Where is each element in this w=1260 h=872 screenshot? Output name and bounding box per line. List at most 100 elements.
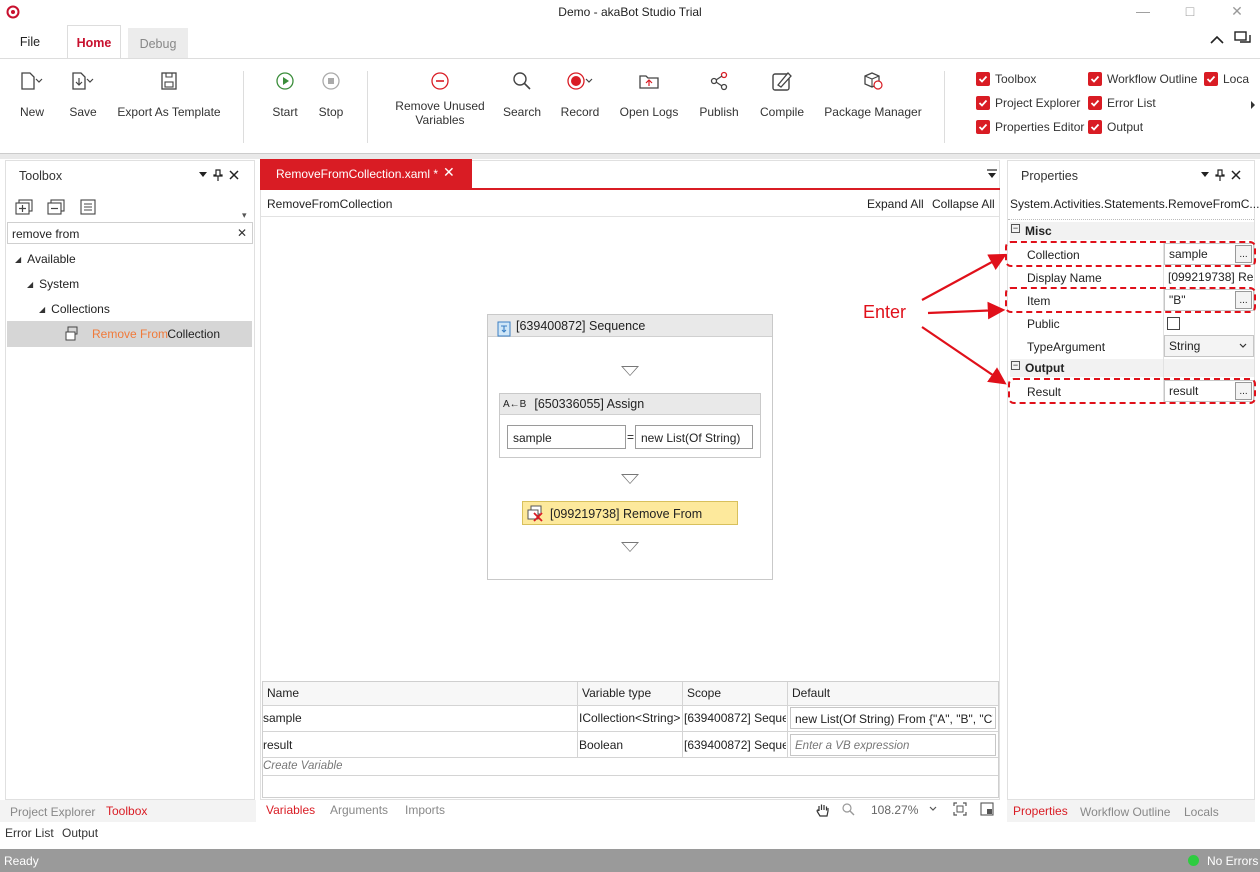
variable-scope-cell[interactable]: [639400872] Seque bbox=[684, 738, 786, 752]
document-list-icon[interactable] bbox=[986, 168, 998, 180]
toggle-toolbox[interactable]: Toolbox bbox=[976, 72, 1036, 86]
expand-all-link[interactable]: Expand All bbox=[867, 197, 924, 211]
property-display-name-input[interactable]: [099219738] Ren bbox=[1164, 266, 1254, 288]
package-icon bbox=[822, 69, 924, 93]
ribbon-scroll-right-icon[interactable] bbox=[1248, 99, 1258, 111]
drop-indicator-icon[interactable] bbox=[621, 542, 639, 552]
minimize-icon[interactable]: — bbox=[1133, 3, 1153, 21]
publish-button[interactable]: Publish bbox=[694, 69, 744, 119]
category-misc[interactable]: − Misc bbox=[1010, 222, 1254, 240]
remove-from-collection-activity[interactable]: [099219738] Remove From bbox=[522, 501, 738, 525]
expand-all-icon[interactable] bbox=[14, 198, 34, 216]
collapse-category-icon[interactable]: − bbox=[1011, 224, 1020, 233]
tab-workflow-outline[interactable]: Workflow Outline bbox=[1080, 805, 1170, 819]
highlight-collection-annotation bbox=[1005, 241, 1256, 267]
variable-name-cell[interactable]: result bbox=[263, 738, 573, 752]
collapse-ribbon-icon[interactable] bbox=[1208, 32, 1226, 48]
dropdown-icon[interactable] bbox=[1200, 170, 1210, 180]
export-template-button[interactable]: Export As Template bbox=[114, 69, 224, 119]
tab-error-list[interactable]: Error List bbox=[5, 826, 54, 840]
fit-to-screen-icon[interactable] bbox=[952, 801, 968, 817]
sequence-header[interactable]: [639400872] Sequence bbox=[488, 315, 772, 337]
panel-gutter bbox=[0, 154, 1260, 159]
maximize-icon[interactable]: □ bbox=[1180, 3, 1200, 21]
dropdown-icon[interactable] bbox=[198, 170, 208, 180]
column-header-name[interactable]: Name bbox=[267, 686, 299, 700]
stop-button[interactable]: Stop bbox=[311, 69, 351, 119]
tab-toolbox[interactable]: Toolbox bbox=[106, 804, 147, 818]
zoom-icon[interactable] bbox=[840, 801, 856, 817]
assign-header[interactable]: A←B [650336055] Assign bbox=[500, 394, 760, 415]
tree-item-system[interactable]: ◢ System bbox=[27, 277, 79, 291]
list-view-icon[interactable] bbox=[78, 198, 98, 216]
close-panel-icon[interactable] bbox=[1229, 168, 1243, 182]
document-tab[interactable]: RemoveFromCollection.xaml * ✕ bbox=[260, 159, 472, 188]
toggle-workflow-outline[interactable]: Workflow Outline bbox=[1088, 72, 1197, 86]
compile-button[interactable]: Compile bbox=[754, 69, 810, 119]
close-panel-icon[interactable] bbox=[227, 168, 241, 182]
property-public-checkbox[interactable] bbox=[1167, 317, 1180, 330]
chat-icon[interactable] bbox=[1233, 30, 1253, 48]
variable-name-cell[interactable]: sample bbox=[263, 711, 573, 725]
new-button[interactable]: New bbox=[10, 69, 54, 119]
category-output[interactable]: − Output bbox=[1010, 359, 1254, 377]
tab-debug[interactable]: Debug bbox=[128, 28, 188, 59]
category-misc-label: Misc bbox=[1025, 224, 1052, 238]
variable-scope-cell[interactable]: [639400872] Seque bbox=[684, 711, 786, 725]
close-window-icon[interactable]: ✕ bbox=[1227, 3, 1247, 21]
toggle-output[interactable]: Output bbox=[1088, 120, 1143, 134]
save-button[interactable]: Save bbox=[62, 69, 104, 119]
scroll-down-icon[interactable]: ▾ bbox=[242, 210, 247, 221]
open-logs-button[interactable]: Open Logs bbox=[616, 69, 682, 119]
tab-imports[interactable]: Imports bbox=[405, 803, 445, 817]
toggle-locals-label: Loca bbox=[1223, 72, 1250, 86]
toggle-project-explorer[interactable]: Project Explorer bbox=[976, 96, 1080, 110]
toggle-error-list[interactable]: Error List bbox=[1088, 96, 1156, 110]
collapse-all-link[interactable]: Collapse All bbox=[932, 197, 995, 211]
toolbox-search-input[interactable]: remove from ✕ bbox=[7, 222, 253, 244]
variable-default-input[interactable]: Enter a VB expression bbox=[790, 734, 996, 756]
overview-icon[interactable] bbox=[979, 801, 995, 817]
tab-locals[interactable]: Locals bbox=[1184, 805, 1219, 819]
tree-item-remove-from-collection[interactable]: Remove From Collection bbox=[7, 321, 252, 347]
tree-item-collections[interactable]: ◢ Collections bbox=[39, 302, 110, 316]
tab-arguments[interactable]: Arguments bbox=[330, 803, 388, 817]
package-manager-button[interactable]: Package Manager bbox=[822, 69, 924, 119]
collapse-all-icon[interactable] bbox=[46, 198, 66, 216]
toggle-properties-editor[interactable]: Properties Editor bbox=[976, 120, 1084, 134]
publish-label: Publish bbox=[699, 105, 739, 119]
breadcrumb[interactable]: RemoveFromCollection bbox=[267, 197, 392, 211]
column-header-variable-type[interactable]: Variable type bbox=[582, 686, 651, 700]
tab-project-explorer[interactable]: Project Explorer bbox=[10, 805, 95, 819]
tab-variables[interactable]: Variables bbox=[266, 803, 315, 817]
zoom-dropdown-icon[interactable] bbox=[928, 804, 938, 814]
column-header-default[interactable]: Default bbox=[792, 686, 830, 700]
variable-type-cell[interactable]: ICollection<String> bbox=[579, 711, 682, 725]
tab-output[interactable]: Output bbox=[62, 826, 98, 840]
tab-file[interactable]: File bbox=[0, 24, 60, 59]
tab-home[interactable]: Home bbox=[67, 25, 121, 59]
variable-default-input[interactable]: new List(Of String) From {"A", "B", "C" bbox=[790, 707, 996, 729]
start-button[interactable]: Start bbox=[265, 69, 305, 119]
clear-search-icon[interactable]: ✕ bbox=[237, 226, 247, 240]
drop-indicator-icon[interactable] bbox=[621, 366, 639, 376]
assign-value-field[interactable]: new List(Of String) bbox=[635, 425, 753, 449]
remove-unused-label-1: Remove Unused bbox=[395, 99, 485, 113]
tab-properties[interactable]: Properties bbox=[1013, 804, 1068, 818]
column-header-scope[interactable]: Scope bbox=[687, 686, 721, 700]
drop-indicator-icon[interactable] bbox=[621, 474, 639, 484]
assign-to-field[interactable]: sample bbox=[507, 425, 626, 449]
remove-unused-variables-button[interactable]: Remove Unused Variables bbox=[390, 69, 490, 127]
close-tab-icon[interactable]: ✕ bbox=[443, 164, 455, 181]
create-variable-row[interactable]: Create Variable bbox=[263, 760, 342, 772]
pin-icon[interactable] bbox=[1214, 168, 1226, 182]
zoom-level[interactable]: 108.27% bbox=[871, 803, 918, 817]
toggle-locals[interactable]: Loca bbox=[1204, 72, 1249, 86]
variable-type-cell[interactable]: Boolean bbox=[579, 738, 682, 752]
search-button[interactable]: Search bbox=[500, 69, 544, 119]
pin-icon[interactable] bbox=[212, 168, 224, 182]
record-button[interactable]: Record bbox=[556, 69, 604, 119]
sequence-icon bbox=[496, 321, 512, 337]
hand-pan-icon[interactable] bbox=[814, 801, 832, 819]
tree-item-available[interactable]: ◢ Available bbox=[15, 252, 76, 266]
